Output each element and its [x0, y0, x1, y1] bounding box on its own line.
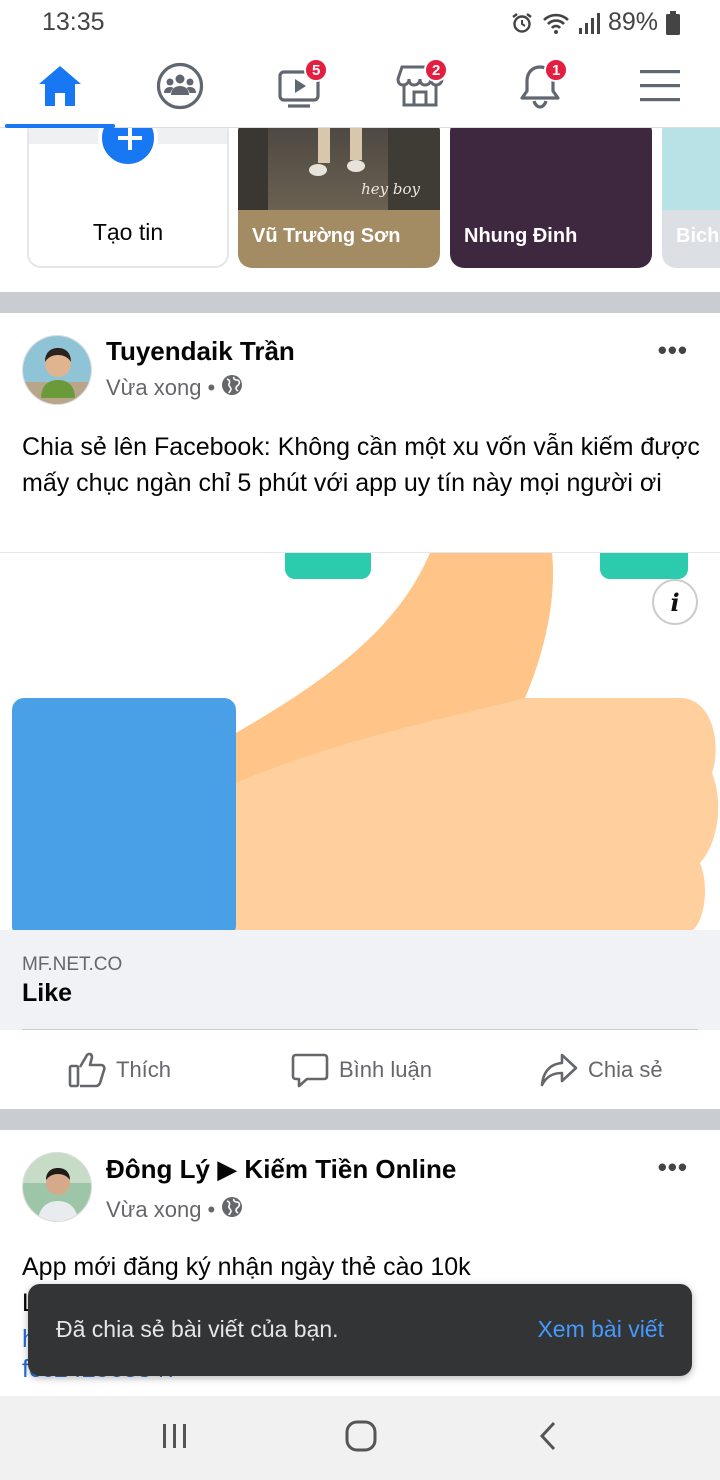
plus-icon [98, 128, 158, 168]
stories-tray: Tạo tin hey boy Vũ Trường Sơn Nhung Đinh… [0, 128, 720, 292]
story-card[interactable]: Nhung Đinh [450, 128, 652, 268]
info-icon[interactable]: i [652, 579, 698, 625]
post-text: Chia sẻ lên Facebook: Không cần một xu v… [22, 433, 700, 497]
notifications-badge: 1 [544, 58, 569, 82]
watch-badge: 5 [304, 58, 329, 82]
post-actions: Thích Bình luận Chia sẻ [0, 1031, 720, 1109]
story-caption: hey boy [361, 180, 420, 198]
post-author[interactable]: Đông Lý ▶ Kiếm Tiền Online [106, 1154, 456, 1185]
link-title: Like [22, 979, 73, 1007]
recents-button[interactable] [125, 1396, 225, 1480]
tab-notifications[interactable]: 1 [480, 44, 600, 128]
battery-percent: 89% [607, 8, 658, 36]
story-thumbnail [662, 128, 720, 210]
link-domain: MF.NET.CO [22, 954, 123, 975]
section-divider [0, 1109, 720, 1130]
post-meta: Vừa xong • [106, 1196, 243, 1224]
share-button[interactable]: Chia sẻ [540, 1031, 663, 1109]
tab-home[interactable] [0, 44, 120, 128]
home-system-button[interactable] [311, 1396, 411, 1480]
status-time: 13:35 [42, 8, 105, 36]
share-icon [540, 1052, 578, 1088]
top-navigation: 5 2 1 [0, 44, 720, 128]
status-icons: 89% [510, 8, 680, 37]
comment-label: Bình luận [339, 1057, 432, 1082]
avatar[interactable] [22, 1152, 92, 1222]
link-preview-meta[interactable]: MF.NET.CO Like [0, 930, 720, 1030]
tab-watch[interactable]: 5 [240, 44, 360, 128]
alarm-icon [510, 11, 534, 35]
meta-separator: • [207, 375, 216, 400]
like-button[interactable]: Thích [68, 1031, 171, 1109]
battery-icon [666, 10, 680, 35]
share-label: Chia sẻ [588, 1057, 663, 1082]
wifi-icon [542, 11, 570, 35]
home-icon [37, 64, 83, 108]
post-meta: Vừa xong • [106, 374, 243, 402]
tab-menu[interactable] [600, 44, 720, 128]
divider-line [22, 1029, 698, 1030]
globe-icon [221, 374, 243, 402]
home-circle-icon [345, 1420, 377, 1457]
snackbar: Đã chia sẻ bài viết của bạn. Xem bài viế… [28, 1284, 692, 1376]
status-bar: 13:35 89% [0, 0, 720, 44]
system-navigation-bar [0, 1396, 720, 1480]
post-text-line: App mới đăng ký nhận ngày thẻ cào 10k [22, 1253, 471, 1281]
story-card[interactable]: hey boy Vũ Trường Sơn [238, 128, 440, 268]
story-card[interactable]: Bich [662, 128, 720, 268]
create-story-label: Tạo tin [92, 219, 164, 245]
section-divider [0, 292, 720, 313]
view-post-button[interactable]: Xem bài viết [537, 1316, 664, 1343]
recents-icon [161, 1423, 189, 1454]
menu-icon [639, 69, 681, 103]
story-author: Nhung Đinh [464, 225, 578, 247]
comment-icon [291, 1052, 329, 1088]
back-button[interactable] [498, 1396, 598, 1480]
story-author: Bich [676, 225, 720, 247]
back-icon [538, 1421, 558, 1456]
like-label: Thích [116, 1057, 172, 1082]
post-time[interactable]: Vừa xong [106, 375, 201, 401]
thumbs-up-icon [68, 1052, 106, 1088]
more-options-button[interactable]: ••• [658, 1152, 688, 1183]
tab-marketplace[interactable]: 2 [360, 44, 480, 128]
post-time[interactable]: Vừa xong [106, 1197, 201, 1223]
marketplace-badge: 2 [424, 58, 449, 82]
meta-separator: • [207, 1197, 216, 1222]
create-story-card[interactable]: Tạo tin [27, 128, 229, 268]
tab-groups[interactable] [120, 44, 240, 128]
story-author: Vũ Trường Sơn [252, 225, 401, 247]
more-options-button[interactable]: ••• [658, 335, 688, 366]
groups-icon [156, 62, 204, 110]
globe-icon [221, 1196, 243, 1224]
signal-icon [578, 11, 600, 35]
comment-button[interactable]: Bình luận [291, 1031, 432, 1109]
snackbar-message: Đã chia sẻ bài viết của bạn. [56, 1316, 339, 1342]
link-preview-image[interactable]: i [0, 552, 720, 930]
post-author[interactable]: Tuyendaik Trần [106, 336, 295, 367]
avatar[interactable] [22, 335, 92, 405]
post-header: Đông Lý ▶ Kiếm Tiền Online Vừa xong • ••… [0, 1130, 720, 1222]
post-header: Tuyendaik Trần Vừa xong • ••• [0, 313, 720, 405]
